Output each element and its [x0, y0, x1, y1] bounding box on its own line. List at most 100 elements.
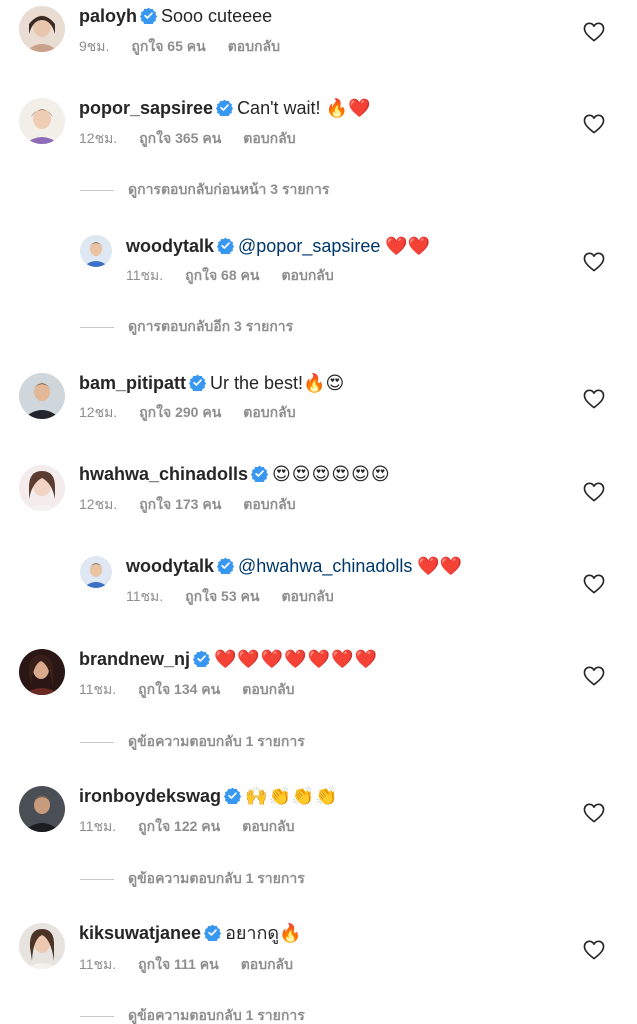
- verified-badge-icon: [217, 557, 235, 574]
- view-replies-button[interactable]: ดูการตอบกลับก่อนหน้า 3 รายการ: [80, 180, 329, 198]
- mention-link[interactable]: @popor_sapsiree: [238, 236, 380, 256]
- comment-time: 11ชม.: [79, 956, 117, 972]
- reply-button[interactable]: ตอบกลับ: [242, 818, 294, 834]
- view-replies-button[interactable]: ดูข้อความตอบกลับ 1 รายการ: [80, 1006, 305, 1024]
- comment-text: อยากดู🔥: [225, 923, 302, 943]
- username[interactable]: ironboydekswag: [79, 786, 221, 806]
- divider-line: [80, 878, 114, 880]
- reply-button[interactable]: ตอบกลับ: [228, 38, 280, 54]
- reply-button[interactable]: ตอบกลับ: [243, 130, 295, 146]
- comment-time: 12ชม.: [79, 496, 118, 512]
- like-count[interactable]: ถูกใจ 122 คน: [138, 818, 220, 834]
- like-heart-icon[interactable]: [583, 482, 605, 502]
- like-heart-icon[interactable]: [583, 252, 605, 272]
- mention-link[interactable]: @hwahwa_chinadolls: [238, 556, 412, 576]
- username[interactable]: popor_sapsiree: [79, 98, 213, 118]
- comment-header: woodytalk @popor_sapsiree ❤️❤️: [126, 234, 430, 258]
- like-count[interactable]: ถูกใจ 111 คน: [138, 956, 219, 972]
- reply-button[interactable]: ตอบกลับ: [241, 956, 293, 972]
- comment-meta: 11ชม. ถูกใจ 134 คน ตอบกลับ: [79, 680, 317, 698]
- username[interactable]: brandnew_nj: [79, 649, 190, 669]
- divider-line: [80, 189, 114, 191]
- username[interactable]: woodytalk: [126, 236, 214, 256]
- username[interactable]: woodytalk: [126, 556, 214, 576]
- comment-meta: 12ชม. ถูกใจ 290 คน ตอบกลับ: [79, 403, 318, 421]
- view-replies-label: ดูการตอบกลับก่อนหน้า 3 รายการ: [128, 181, 330, 197]
- avatar[interactable]: [19, 786, 65, 832]
- like-count[interactable]: ถูกใจ 365 คน: [139, 130, 221, 146]
- like-count[interactable]: ถูกใจ 290 คน: [139, 404, 221, 420]
- verified-badge-icon: [224, 787, 242, 804]
- view-replies-label: ดูข้อความตอบกลับ 1 รายการ: [128, 1007, 305, 1023]
- comment-text: ❤️❤️: [412, 556, 463, 576]
- like-heart-icon[interactable]: [583, 389, 605, 409]
- avatar[interactable]: [19, 923, 65, 969]
- comment-time: 11ชม.: [126, 588, 164, 604]
- comment-time: 11ชม.: [79, 681, 117, 697]
- avatar[interactable]: [80, 556, 112, 588]
- comment-text: ❤️❤️❤️❤️❤️❤️❤️: [214, 649, 378, 669]
- verified-badge-icon: [251, 465, 269, 482]
- reply-button[interactable]: ตอบกลับ: [281, 588, 333, 604]
- comment-time: 12ชม.: [79, 404, 118, 420]
- comment-header: paloyh Sooo cuteeee: [79, 4, 272, 28]
- reply-button[interactable]: ตอบกลับ: [281, 267, 333, 283]
- comment-meta: 11ชม. ถูกใจ 53 คน ตอบกลับ: [126, 587, 356, 605]
- comment-header: ironboydekswag 🙌👏👏👏: [79, 784, 339, 808]
- comment-text: 🙌👏👏👏: [245, 786, 339, 806]
- comment-text: 😍😍😍😍😍😍: [272, 464, 391, 484]
- like-heart-icon[interactable]: [583, 803, 605, 823]
- like-count[interactable]: ถูกใจ 173 คน: [139, 496, 221, 512]
- verified-badge-icon: [193, 650, 211, 667]
- like-count[interactable]: ถูกใจ 68 คน: [185, 267, 259, 283]
- reply-button[interactable]: ตอบกลับ: [243, 496, 295, 512]
- verified-badge-icon: [217, 237, 235, 254]
- comment-header: kiksuwatjanee อยากดู🔥: [79, 921, 302, 945]
- view-replies-button[interactable]: ดูการตอบกลับอีก 3 รายการ: [80, 317, 293, 335]
- username[interactable]: hwahwa_chinadolls: [79, 464, 248, 484]
- comment-text: Ur the best!🔥😍: [210, 373, 345, 393]
- comment-meta: 12ชม. ถูกใจ 173 คน ตอบกลับ: [79, 495, 318, 513]
- view-replies-button[interactable]: ดูข้อความตอบกลับ 1 รายการ: [80, 869, 305, 887]
- divider-line: [80, 326, 114, 328]
- verified-badge-icon: [140, 7, 158, 24]
- divider-line: [80, 1015, 114, 1017]
- avatar[interactable]: [19, 98, 65, 144]
- comment-header: woodytalk @hwahwa_chinadolls ❤️❤️: [126, 554, 462, 578]
- avatar[interactable]: [19, 465, 65, 511]
- like-heart-icon[interactable]: [583, 114, 605, 134]
- verified-badge-icon: [189, 374, 207, 391]
- comment-header: brandnew_nj ❤️❤️❤️❤️❤️❤️❤️: [79, 647, 378, 671]
- verified-badge-icon: [204, 924, 222, 941]
- comment-time: 12ชม.: [79, 130, 118, 146]
- reply-button[interactable]: ตอบกลับ: [242, 681, 294, 697]
- like-count[interactable]: ถูกใจ 65 คน: [131, 38, 205, 54]
- comment-text: ❤️❤️: [380, 236, 431, 256]
- comment-time: 11ชม.: [126, 267, 164, 283]
- like-count[interactable]: ถูกใจ 53 คน: [185, 588, 259, 604]
- comment-header: popor_sapsiree Can't wait! 🔥❤️: [79, 96, 370, 120]
- comment-header: bam_pitipatt Ur the best!🔥😍: [79, 371, 344, 395]
- like-heart-icon[interactable]: [583, 574, 605, 594]
- avatar[interactable]: [19, 373, 65, 419]
- avatar[interactable]: [19, 6, 65, 52]
- reply-button[interactable]: ตอบกลับ: [243, 404, 295, 420]
- comment-meta: 9ชม. ถูกใจ 65 คน ตอบกลับ: [79, 37, 302, 55]
- username[interactable]: bam_pitipatt: [79, 373, 186, 393]
- avatar[interactable]: [80, 235, 112, 267]
- like-heart-icon[interactable]: [583, 22, 605, 42]
- comment-meta: 12ชม. ถูกใจ 365 คน ตอบกลับ: [79, 129, 318, 147]
- comment-time: 11ชม.: [79, 818, 117, 834]
- avatar[interactable]: [19, 649, 65, 695]
- view-replies-button[interactable]: ดูข้อความตอบกลับ 1 รายการ: [80, 732, 305, 750]
- username[interactable]: paloyh: [79, 6, 137, 26]
- comment-text: Can't wait! 🔥❤️: [237, 98, 371, 118]
- like-heart-icon[interactable]: [583, 666, 605, 686]
- comment-meta: 11ชม. ถูกใจ 111 คน ตอบกลับ: [79, 955, 315, 973]
- view-replies-label: ดูข้อความตอบกลับ 1 รายการ: [128, 870, 305, 886]
- divider-line: [80, 741, 114, 743]
- username[interactable]: kiksuwatjanee: [79, 923, 201, 943]
- like-heart-icon[interactable]: [583, 940, 605, 960]
- like-count[interactable]: ถูกใจ 134 คน: [138, 681, 220, 697]
- view-replies-label: ดูการตอบกลับอีก 3 รายการ: [128, 318, 294, 334]
